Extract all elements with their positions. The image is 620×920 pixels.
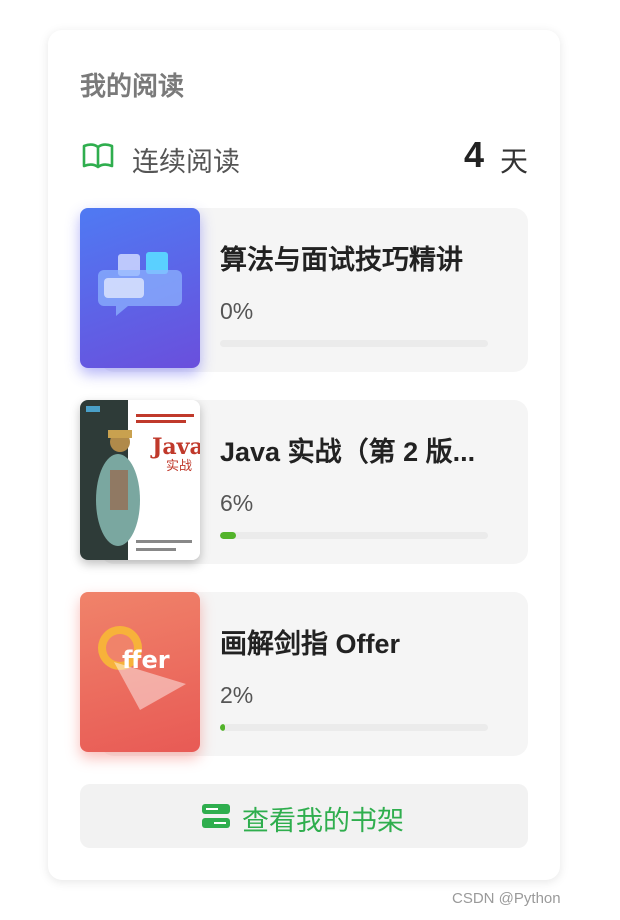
progress-bar [220, 532, 488, 539]
java-book-cover-icon: Java 实战 [80, 400, 200, 560]
book-title[interactable]: 画解剑指 Offer [220, 622, 500, 661]
progress-bar [220, 724, 488, 731]
streak-unit: 天 [499, 146, 528, 177]
chat-bubbles-cover-icon [98, 252, 182, 316]
streak-label: 连续阅读 [132, 147, 240, 177]
open-book-icon [82, 143, 114, 169]
progress-fill [220, 532, 237, 539]
cover-title-text: Java [150, 434, 200, 460]
my-reading-card: 我的阅读 连续阅读 4 天 算法与面试技巧精讲 0% Java 实战 Java … [48, 30, 560, 880]
book-cover[interactable] [80, 208, 200, 368]
book-item[interactable]: ffer 画解剑指 Offer 2% [80, 592, 528, 756]
book-progress-percent: 0% [220, 298, 254, 324]
reading-streak: 连续阅读 4 天 [80, 134, 528, 177]
view-bookshelf-label: 查看我的书架 [242, 806, 404, 836]
book-item[interactable]: Java 实战 Java 实战（第 2 版... 6% [80, 400, 528, 564]
watermark: CSDN @Python [452, 890, 561, 907]
offer-book-cover-icon: ffer [98, 626, 186, 710]
streak-count: 4 [463, 134, 484, 175]
card-title: 我的阅读 [80, 71, 185, 101]
progress-fill [220, 724, 226, 731]
cover-subtitle-text: 实战 [166, 459, 192, 474]
book-cover[interactable]: ffer [80, 592, 200, 752]
book-progress-percent: 6% [220, 490, 254, 516]
book-item[interactable]: 算法与面试技巧精讲 0% [80, 208, 528, 372]
book-cover[interactable]: Java 实战 [80, 400, 200, 560]
book-title[interactable]: Java 实战（第 2 版... [220, 430, 500, 469]
progress-bar [220, 340, 488, 347]
view-bookshelf-button[interactable]: 查看我的书架 [80, 784, 528, 848]
bookshelf-icon [202, 804, 230, 828]
cover-title-text: ffer [122, 646, 170, 674]
book-title[interactable]: 算法与面试技巧精讲 [220, 238, 500, 277]
book-progress-percent: 2% [220, 682, 254, 708]
